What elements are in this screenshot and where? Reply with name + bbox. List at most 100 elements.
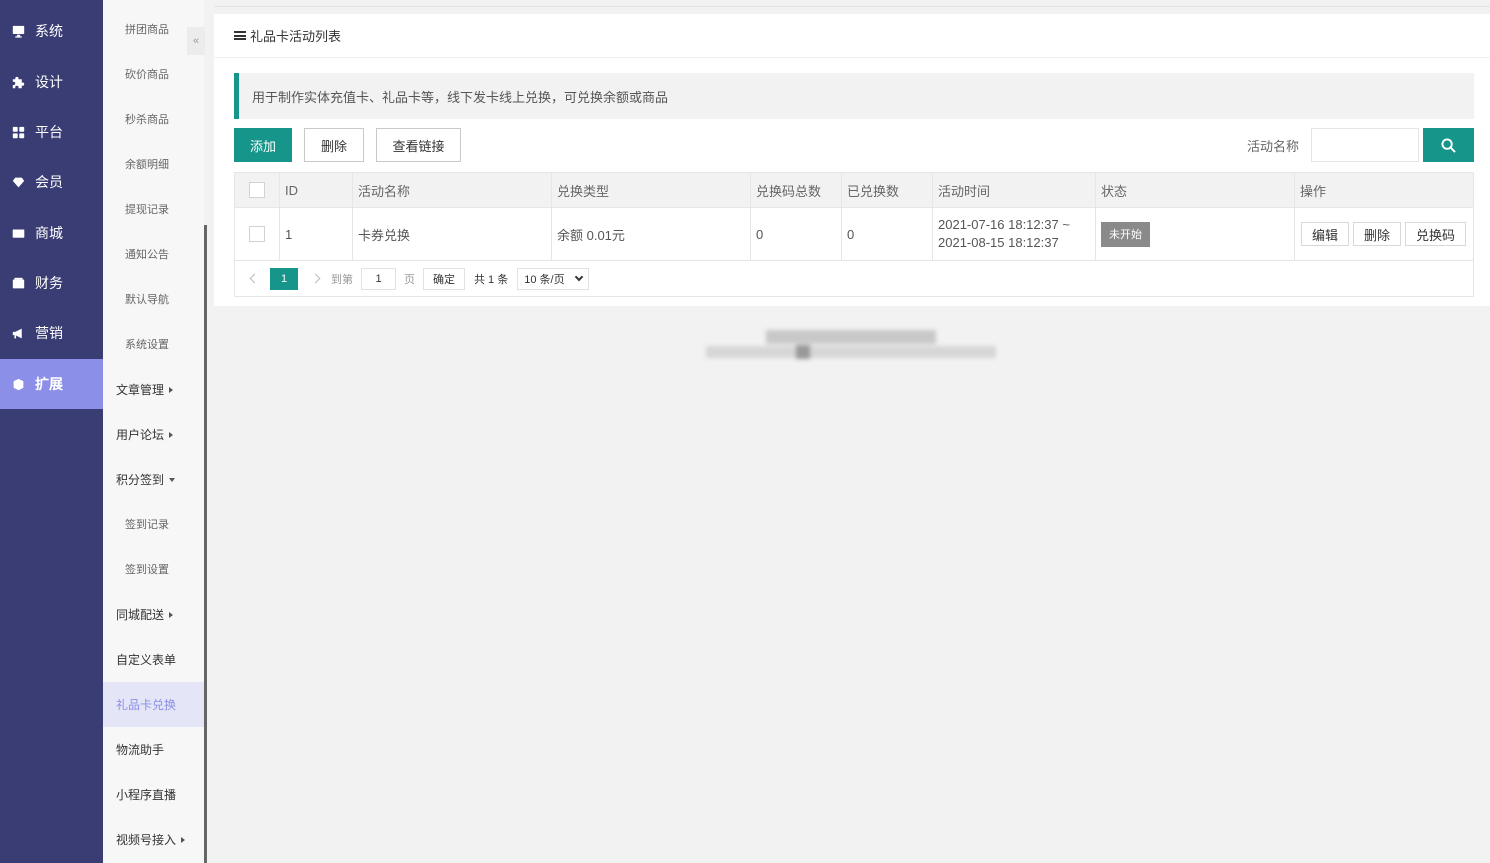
sidebar-item-default-nav[interactable]: 默认导航 — [103, 276, 204, 321]
row-delete-button[interactable]: 删除 — [1353, 222, 1402, 246]
sidebar-item-miniapp-live[interactable]: 小程序直播 — [103, 772, 204, 817]
monitor-icon — [12, 25, 25, 38]
sidebar-item-label: 系统设置 — [125, 338, 169, 351]
sidebar-item-label: 小程序直播 — [116, 788, 177, 802]
search-label: 活动名称 — [1247, 138, 1300, 154]
nav-item-platform[interactable]: 平台 — [0, 107, 103, 157]
nav-item-label: 会员 — [35, 174, 63, 190]
pagination: 1 到第 页 确定 共 1 条 10 条/页 — [235, 261, 1473, 296]
page-title: 礼品卡活动列表 — [250, 29, 342, 44]
sidebar-item-label: 用户论坛 — [116, 428, 165, 442]
sidebar-item-custom-form[interactable]: 自定义表单 — [103, 637, 204, 682]
sidebar-item-label: 自定义表单 — [116, 653, 177, 667]
sidebar-item-label: 秒杀商品 — [125, 113, 169, 126]
current-page[interactable]: 1 — [270, 267, 298, 290]
sidebar-item-label: 视频号接入 — [116, 833, 177, 847]
total-count: 共 1 条 — [474, 273, 509, 286]
sidebar-scrollbar[interactable] — [204, 225, 207, 863]
nav-item-label: 扩展 — [35, 376, 63, 392]
sidebar-item-points-signin[interactable]: 积分签到 — [103, 457, 204, 502]
sidebar-item-gift-card[interactable]: 礼品卡兑换 — [103, 682, 204, 727]
column-header: 状态 — [1096, 173, 1295, 207]
chevron-down-icon — [574, 272, 584, 281]
goto-label: 到第 — [331, 273, 353, 286]
sidebar-item-label: 积分签到 — [116, 473, 165, 487]
diamond-icon — [12, 176, 25, 189]
nav-item-system[interactable]: 系统 — [0, 6, 103, 56]
nav-item-label: 商城 — [35, 225, 63, 241]
nav-item-label: 营销 — [35, 325, 63, 341]
row-checkbox-cell — [235, 208, 280, 260]
nav-item-marketing[interactable]: 营销 — [0, 308, 103, 358]
sidebar-item-signin-settings[interactable]: 签到设置 — [103, 546, 204, 591]
search-button[interactable] — [1423, 128, 1474, 162]
info-tip: 用于制作实体充值卡、礼品卡等，线下发卡线上兑换，可兑换余额或商品 — [234, 73, 1474, 119]
puzzle-icon — [12, 76, 25, 89]
nav-item-label: 平台 — [35, 124, 63, 140]
column-header: 操作 — [1300, 183, 1327, 199]
nav-item-label: 设计 — [35, 74, 63, 90]
sidebar-item-label: 默认导航 — [125, 293, 169, 306]
table-header: ID 活动名称 兑换类型 兑换码总数 已兑换数 活动时间 状态 操作 — [235, 173, 1473, 208]
add-button[interactable]: 添加 — [234, 128, 292, 162]
nav-item-label: 财务 — [35, 275, 63, 291]
view-link-button[interactable]: 查看链接 — [376, 128, 461, 162]
cell-actions: 编辑 删除 兑换码 — [1295, 208, 1473, 260]
select-all-checkbox[interactable] — [249, 182, 265, 198]
sidebar-item-label: 同城配送 — [116, 608, 165, 622]
search-input[interactable] — [1311, 128, 1419, 162]
column-header: 已兑换数 — [842, 173, 933, 207]
sidebar-item-forum[interactable]: 用户论坛 — [103, 412, 204, 457]
column-header: 兑换码总数 — [751, 173, 842, 207]
next-page-icon[interactable] — [310, 273, 321, 284]
top-divider — [214, 6, 1490, 7]
row-checkbox[interactable] — [249, 226, 265, 242]
redeem-code-button[interactable]: 兑换码 — [1405, 222, 1467, 246]
main-panel: 礼品卡活动列表 用于制作实体充值卡、礼品卡等，线下发卡线上兑换，可兑换余额或商品… — [214, 14, 1490, 306]
per-page-select[interactable]: 10 条/页 — [517, 267, 590, 290]
sidebar-item-signin-record[interactable]: 签到记录 — [103, 501, 204, 546]
sidebar-item-label: 余额明细 — [125, 158, 169, 171]
sidebar-item-label: 通知公告 — [125, 248, 169, 261]
sidebar-item-balance-detail[interactable]: 余额明细 — [103, 141, 204, 186]
grid-icon — [12, 126, 25, 139]
primary-sidebar: 系统 设计 平台 会员 商城 财务 营销 扩展 — [0, 0, 103, 863]
sidebar-item-bargain[interactable]: 砍价商品 — [103, 51, 204, 96]
blurred-footer — [706, 328, 996, 360]
sidebar-item-video-channel[interactable]: 视频号接入 — [103, 817, 204, 862]
goto-confirm-button[interactable]: 确定 — [423, 267, 465, 290]
cell-id: 1 — [280, 208, 353, 260]
nav-item-design[interactable]: 设计 — [0, 57, 103, 107]
sidebar-item-logistics[interactable]: 物流助手 — [103, 727, 204, 772]
cube-icon — [12, 378, 25, 391]
collapse-sidebar-button[interactable]: « — [187, 27, 205, 55]
sidebar-item-local-delivery[interactable]: 同城配送 — [103, 592, 204, 637]
sidebar-item-system-settings[interactable]: 系统设置 — [103, 321, 204, 366]
secondary-sidebar: 拼团商品 砍价商品 秒杀商品 余额明细 提现记录 通知公告 默认导航 系统设置 … — [103, 0, 204, 863]
cell-name: 卡券兑换 — [353, 208, 552, 260]
sidebar-item-articles[interactable]: 文章管理 — [103, 367, 204, 412]
sidebar-item-notice[interactable]: 通知公告 — [103, 231, 204, 276]
sidebar-item-label: 文章管理 — [116, 383, 165, 397]
edit-button[interactable]: 编辑 — [1301, 222, 1350, 246]
cell-type: 余额 0.01元 — [552, 208, 751, 260]
cell-time: 2021-07-16 18:12:37 ~ 2021-08-15 18:12:3… — [933, 208, 1096, 260]
sidebar-item-label: 物流助手 — [116, 743, 165, 757]
cell-total: 0 — [751, 208, 842, 260]
nav-item-member[interactable]: 会员 — [0, 157, 103, 207]
sidebar-item-withdraw-record[interactable]: 提现记录 — [103, 186, 204, 231]
goto-page-input[interactable] — [361, 267, 396, 290]
delete-button[interactable]: 删除 — [304, 128, 364, 162]
cell-redeemed: 0 — [842, 208, 933, 260]
envelope-icon — [12, 227, 25, 240]
nav-item-finance[interactable]: 财务 — [0, 258, 103, 308]
column-header: 兑换类型 — [552, 173, 751, 207]
nav-item-mall[interactable]: 商城 — [0, 208, 103, 258]
prev-page-icon[interactable] — [249, 273, 260, 284]
caret-right-icon — [169, 386, 174, 393]
status-badge: 未开始 — [1101, 221, 1150, 247]
sidebar-item-flash-sale[interactable]: 秒杀商品 — [103, 96, 204, 141]
nav-item-extension[interactable]: 扩展 — [0, 359, 103, 409]
megaphone-icon — [12, 327, 25, 340]
sidebar-item-label: 签到设置 — [125, 563, 169, 576]
